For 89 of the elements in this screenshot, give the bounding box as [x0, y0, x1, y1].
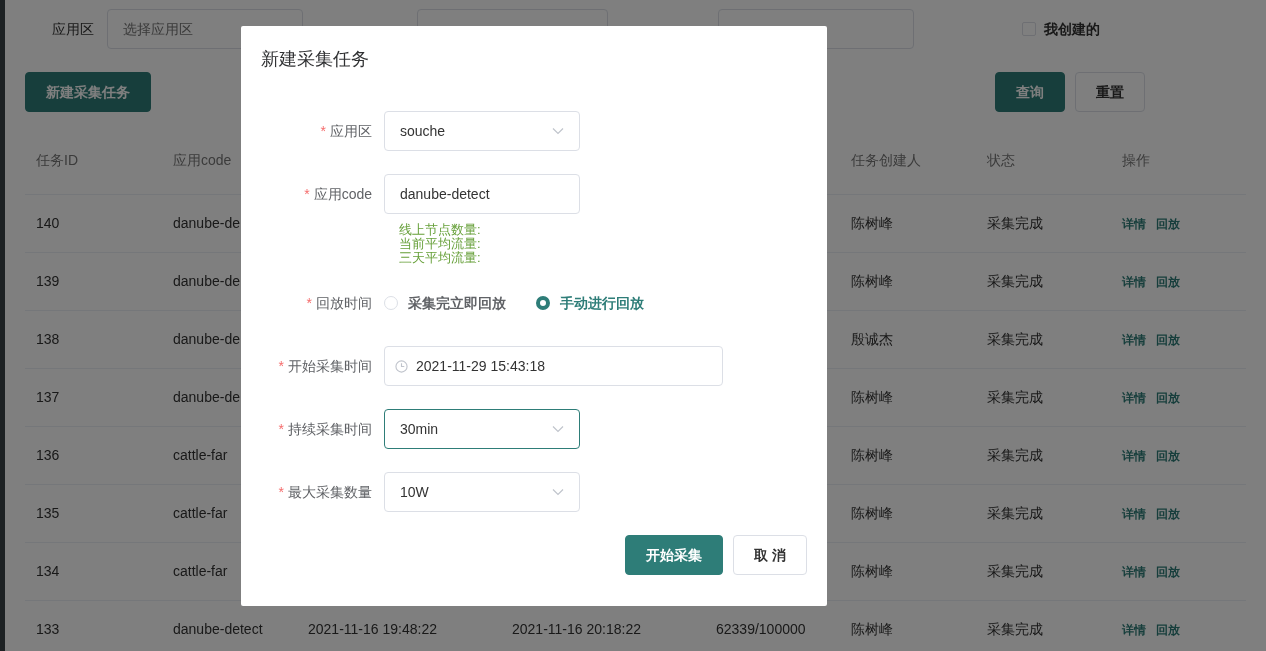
table-cell: 陈树峰: [851, 446, 893, 463]
action-link[interactable]: 详情: [1122, 506, 1146, 521]
table-cell: 陈树峰: [851, 214, 893, 231]
table-cell: 133: [36, 620, 60, 637]
table-cell: cattle-far: [173, 562, 228, 579]
required-mark: *: [306, 295, 312, 311]
select-field[interactable]: souche: [384, 111, 580, 151]
table-cell: 140: [36, 214, 60, 231]
action-link[interactable]: 详情: [1122, 332, 1146, 347]
table-cell: 138: [36, 330, 60, 347]
cancel-button[interactable]: 取 消: [733, 535, 807, 575]
action-link[interactable]: 回放: [1156, 274, 1180, 289]
required-mark: *: [278, 484, 284, 500]
chevron-down-icon: [552, 127, 564, 135]
action-link[interactable]: 详情: [1122, 622, 1146, 637]
action-link[interactable]: 详情: [1122, 390, 1146, 405]
radio-button[interactable]: [536, 296, 550, 310]
table-cell: danube-de: [173, 214, 240, 231]
table-cell: danube-de: [173, 330, 240, 347]
field-label: 应用code: [313, 186, 372, 202]
action-link[interactable]: 详情: [1122, 274, 1146, 289]
table-cell: 采集完成: [987, 214, 1043, 231]
query-button[interactable]: 查询: [995, 72, 1065, 112]
action-link[interactable]: 回放: [1156, 448, 1180, 463]
table-cell: 139: [36, 272, 60, 289]
hint-text: 线上节点数量: 当前平均流量: 三天平均流量:: [399, 223, 482, 265]
action-link[interactable]: 回放: [1156, 332, 1180, 347]
select-field[interactable]: 30min: [384, 409, 580, 449]
action-link[interactable]: 回放: [1156, 390, 1180, 405]
table-cell: 采集完成: [987, 330, 1043, 347]
table-cell: danube-de: [173, 272, 240, 289]
table-cell: 采集完成: [987, 504, 1043, 521]
clock-icon: [395, 359, 408, 373]
column-header: 应用code: [173, 152, 232, 169]
action-link[interactable]: 详情: [1122, 216, 1146, 231]
date-time-field[interactable]: 2021-11-29 15:43:18: [384, 346, 723, 386]
table-cell: 134: [36, 562, 60, 579]
table-cell: 采集完成: [987, 388, 1043, 405]
reset-button[interactable]: 重置: [1075, 72, 1145, 112]
field-label: 应用区: [52, 19, 94, 39]
table-cell: danube-de: [173, 388, 240, 405]
radio-option[interactable]: 采集完立即回放: [384, 283, 506, 323]
table-cell: 137: [36, 388, 60, 405]
column-header: 操作: [1122, 152, 1150, 169]
action-link[interactable]: 详情: [1122, 564, 1146, 579]
required-mark: *: [278, 358, 284, 374]
field-label: 回放时间: [316, 295, 372, 311]
required-mark: *: [278, 421, 284, 437]
action-link[interactable]: 回放: [1156, 216, 1180, 231]
table-cell: 陈树峰: [851, 504, 893, 521]
action-link[interactable]: 回放: [1156, 564, 1180, 579]
table-cell: 采集完成: [987, 446, 1043, 463]
table-cell: 陈树峰: [851, 562, 893, 579]
column-header: 任务创建人: [851, 152, 921, 169]
table-cell: 62339/100000: [716, 620, 806, 637]
input-field[interactable]: danube-detect: [384, 174, 580, 214]
required-mark: *: [320, 123, 326, 139]
column-header: 状态: [987, 152, 1015, 169]
table-cell: cattle-far: [173, 446, 228, 463]
table-cell: 采集完成: [987, 272, 1043, 289]
table-cell: 采集完成: [987, 620, 1043, 637]
chevron-down-icon: [552, 425, 564, 433]
dialog-title: 新建采集任务: [261, 48, 370, 71]
table-cell: 陈树峰: [851, 388, 893, 405]
column-header: 任务ID: [36, 152, 78, 169]
table-cell: 采集完成: [987, 562, 1043, 579]
create-task-button[interactable]: 新建采集任务: [25, 72, 151, 112]
field-label: 应用区: [330, 123, 372, 139]
table-cell: 2021-11-16 19:48:22: [308, 620, 437, 637]
table-cell: 殷诚杰: [851, 330, 893, 347]
action-link[interactable]: 详情: [1122, 448, 1146, 463]
required-mark: *: [304, 186, 310, 202]
field-label: 开始采集时间: [288, 358, 372, 374]
field-label: 持续采集时间: [288, 421, 372, 437]
table-cell: danube-detect: [173, 620, 263, 637]
table-cell: 陈树峰: [851, 272, 893, 289]
table-cell: 2021-11-16 20:18:22: [512, 620, 641, 637]
start-button[interactable]: 开始采集: [625, 535, 724, 575]
select-field[interactable]: 10W: [384, 472, 580, 512]
table-cell: 陈树峰: [851, 620, 893, 637]
radio-option[interactable]: 手动进行回放: [536, 283, 644, 323]
chevron-down-icon: [552, 488, 564, 496]
action-link[interactable]: 回放: [1156, 622, 1180, 637]
checkbox-label[interactable]: 我创建的: [1044, 18, 1100, 40]
table-cell: 135: [36, 504, 60, 521]
field-label: 最大采集数量: [288, 484, 372, 500]
action-link[interactable]: 回放: [1156, 506, 1180, 521]
table-cell: cattle-far: [173, 504, 228, 521]
table-cell: 136: [36, 446, 60, 463]
